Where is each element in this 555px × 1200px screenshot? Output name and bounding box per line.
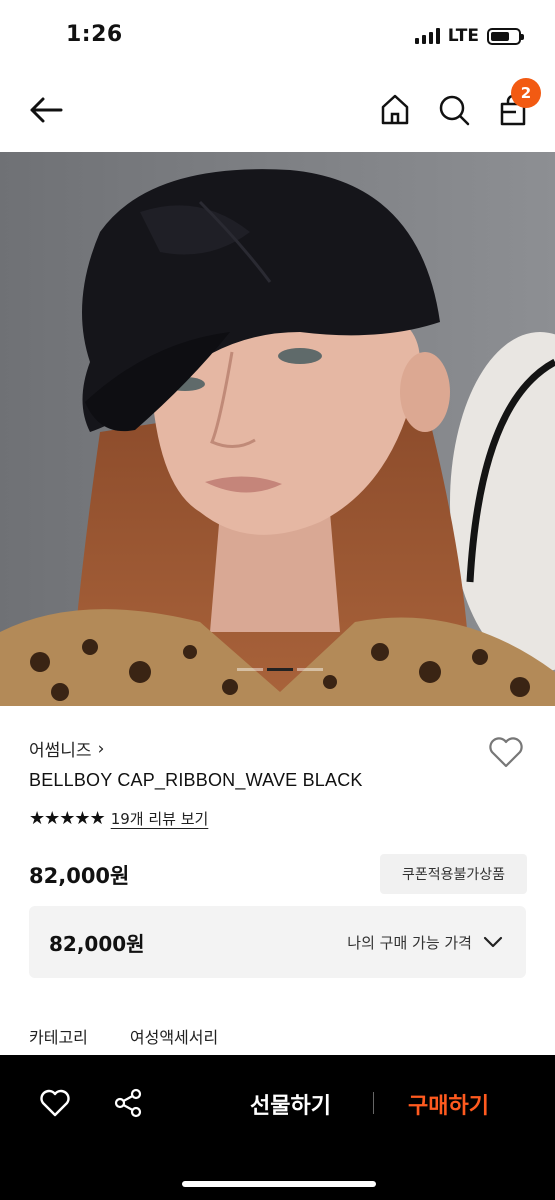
chevron-right-icon: › bbox=[97, 738, 105, 759]
bottom-wishlist-button[interactable] bbox=[38, 1087, 72, 1119]
network-label: LTE bbox=[447, 26, 479, 46]
product-photo bbox=[0, 152, 555, 706]
product-title: BELLBOY CAP_RIBBON_WAVE BLACK bbox=[29, 770, 363, 790]
star-rating-icon: ★★★★★ bbox=[29, 808, 106, 829]
cart-count-badge: 2 bbox=[511, 78, 541, 108]
brand-link[interactable]: 어썸니즈 › bbox=[29, 736, 105, 762]
buy-button[interactable]: 구매하기 bbox=[408, 1088, 489, 1120]
back-button[interactable] bbox=[26, 92, 66, 128]
gift-button[interactable]: 선물하기 bbox=[250, 1088, 331, 1120]
rating-row: ★★★★★ 19개 리뷰 보기 bbox=[29, 808, 208, 829]
heart-icon bbox=[40, 1089, 70, 1117]
home-indicator bbox=[182, 1181, 376, 1187]
pager-dot bbox=[237, 668, 263, 671]
status-bar: 1:26 LTE bbox=[0, 0, 555, 70]
pager-dot bbox=[297, 668, 323, 671]
my-price-value: 82,000원 bbox=[49, 932, 145, 956]
pager-dot-active bbox=[267, 668, 293, 671]
battery-fill bbox=[491, 31, 510, 41]
category-label: 카테고리 bbox=[29, 1028, 88, 1047]
home-icon bbox=[381, 94, 409, 125]
status-indicators: LTE bbox=[414, 26, 524, 46]
cellular-signal-icon bbox=[414, 28, 440, 44]
battery-icon bbox=[487, 27, 524, 45]
status-time: 1:26 bbox=[66, 22, 123, 47]
product-image-gallery[interactable] bbox=[0, 152, 555, 706]
brand-name: 어썸니즈 bbox=[29, 741, 92, 761]
bottom-action-bar: 선물하기 구매하기 bbox=[0, 1055, 555, 1200]
heart-outline-icon bbox=[489, 737, 523, 768]
product-price: 82,000원 bbox=[29, 864, 130, 888]
my-price-label: 나의 구매 가능 가격 bbox=[347, 934, 472, 952]
category-value[interactable]: 여성액세서리 bbox=[130, 1024, 218, 1048]
gallery-pager bbox=[237, 668, 323, 671]
top-nav-bar bbox=[0, 78, 555, 144]
search-icon bbox=[439, 95, 470, 126]
share-icon bbox=[114, 1088, 142, 1118]
my-price-dropdown[interactable]: 82,000원 나의 구매 가능 가격 bbox=[29, 906, 526, 978]
wishlist-button[interactable] bbox=[487, 734, 525, 770]
chevron-down-icon bbox=[483, 936, 503, 948]
arrow-left-icon bbox=[30, 97, 63, 123]
coupon-status-badge: 쿠폰적용불가상품 bbox=[380, 854, 527, 894]
search-button[interactable] bbox=[436, 92, 472, 128]
category-row: 카테고리 여성액세서리 bbox=[29, 1024, 218, 1048]
home-button[interactable] bbox=[378, 92, 412, 128]
review-link[interactable]: 19개 리뷰 보기 bbox=[111, 808, 209, 829]
divider bbox=[373, 1092, 374, 1114]
share-button[interactable] bbox=[112, 1087, 144, 1119]
